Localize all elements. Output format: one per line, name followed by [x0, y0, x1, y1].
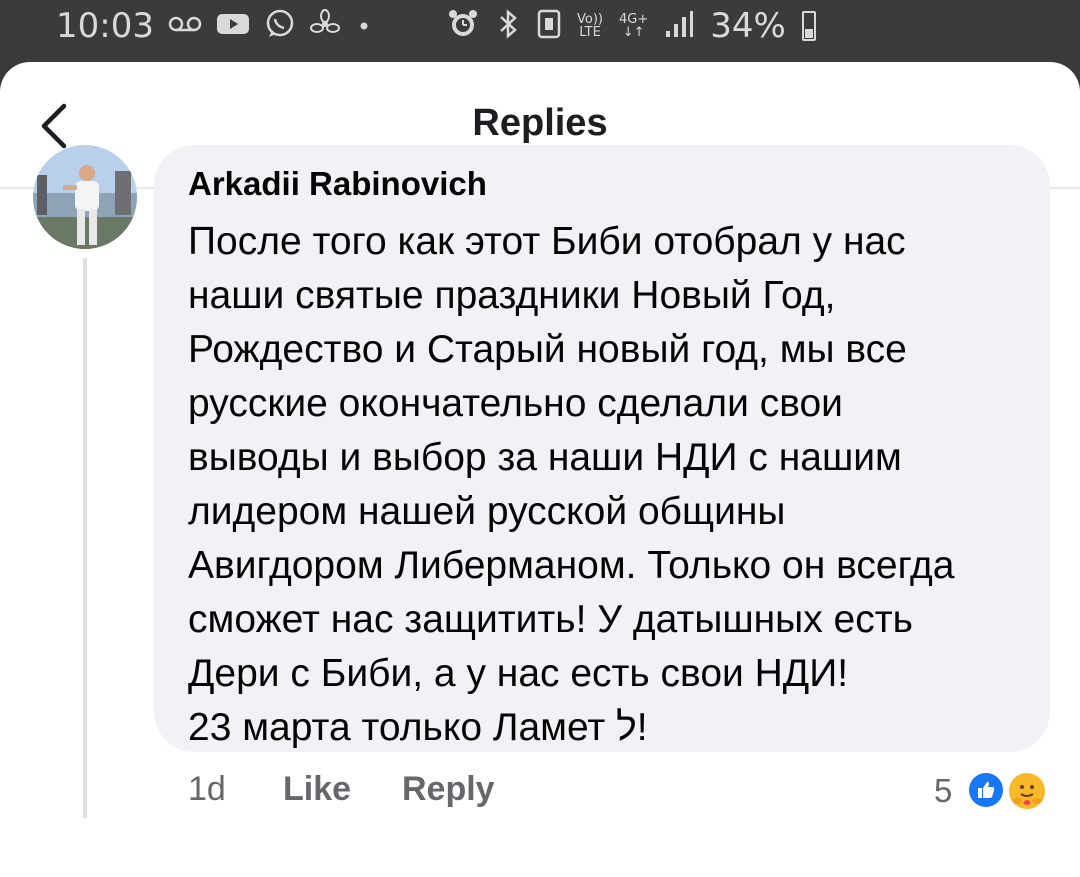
nfc-icon: [537, 8, 561, 44]
battery-icon: [801, 11, 816, 41]
comment-author[interactable]: Arkadii Rabinovich: [188, 165, 487, 203]
care-reaction-icon[interactable]: [1006, 770, 1048, 812]
comment-text: После того как этот Биби отобрал у нас н…: [188, 215, 1038, 755]
battery-percent: 34%: [710, 6, 786, 46]
bluetooth-icon: [495, 8, 521, 44]
comment-line: 23 марта только Ламет ל!: [188, 706, 648, 749]
avatar[interactable]: [33, 145, 137, 249]
signal-icon: [664, 9, 694, 43]
comment-timestamp: 1d: [188, 770, 226, 808]
lte-label: LTE: [579, 25, 601, 40]
status-bar: 10:03 Vo)) LTE 4G+ ↓↑ 34%: [0, 0, 1080, 62]
whatsapp-icon: [264, 8, 296, 44]
network-indicator: 4G+ ↓↑: [619, 13, 648, 39]
comment-line: сможет нас защитить! У датышных есть: [188, 598, 913, 641]
fan-icon: [310, 9, 340, 43]
comment-line: Авигдором Либерманом. Только он всегда: [188, 544, 955, 587]
data-arrows-icon: ↓↑: [622, 25, 645, 40]
voicemail-icon: [168, 14, 202, 38]
comment-line: Дери с Биби, а у нас есть свои НДИ!: [188, 652, 849, 695]
status-time: 10:03: [56, 6, 154, 46]
comment-line: русские окончательно сделали свои: [188, 382, 843, 425]
like-button[interactable]: Like: [283, 770, 351, 809]
status-left-icons: [168, 6, 374, 46]
page-title: Replies: [472, 102, 608, 144]
comment-line: Рождество и Старый новый год, мы все: [188, 328, 907, 371]
reply-button[interactable]: Reply: [402, 770, 495, 809]
reaction-count[interactable]: 5: [934, 772, 952, 810]
like-reaction-icon[interactable]: [966, 770, 1006, 810]
comment-bubble[interactable]: Arkadii Rabinovich После того как этот Б…: [154, 145, 1050, 752]
comment-line: После того как этот Биби отобрал у нас: [188, 220, 906, 263]
comment-actions: 1d Like Reply 5: [0, 770, 1080, 812]
dot-icon: [354, 14, 374, 38]
comment-line: лидером нашей русской общины: [188, 490, 786, 533]
volte-indicator: Vo)) LTE: [577, 13, 603, 39]
status-right-icons: Vo)) LTE 4G+ ↓↑ 34%: [447, 6, 816, 46]
thread-line: [83, 258, 87, 818]
alarm-icon: [447, 8, 479, 44]
comment-line: наши святые праздники Новый Год,: [188, 274, 836, 317]
video-icon: [216, 11, 250, 41]
comment-line: выводы и выбор за наши НДИ с нашим: [188, 436, 902, 479]
